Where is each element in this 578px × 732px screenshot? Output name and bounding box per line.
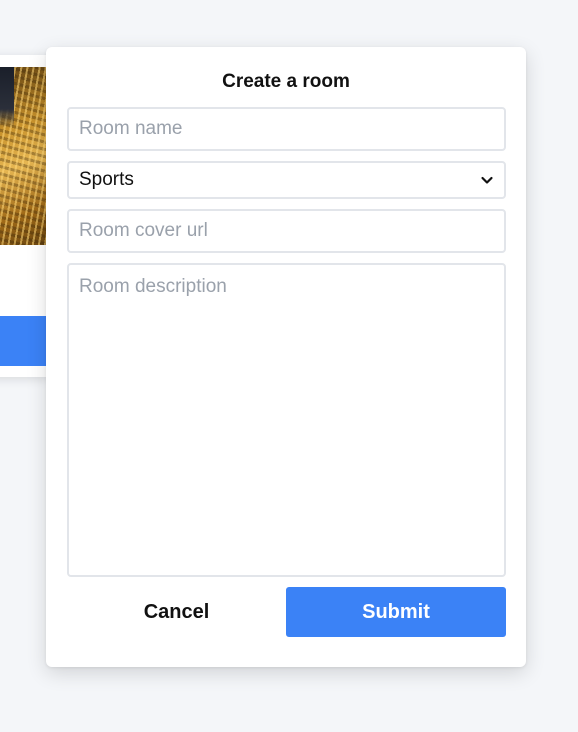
submit-button[interactable]: Submit <box>286 587 506 637</box>
room-name-input[interactable] <box>67 107 506 151</box>
background-card-button[interactable] <box>0 316 50 366</box>
cancel-button[interactable]: Cancel <box>67 587 286 637</box>
page: Create a room Sports Cancel Submit <box>0 0 578 732</box>
room-category-select[interactable]: Sports <box>67 161 506 199</box>
modal-title: Create a room <box>222 71 350 92</box>
create-room-modal: Create a room Sports Cancel Submit <box>46 47 526 667</box>
room-cover-image <box>0 67 46 245</box>
background-room-card <box>0 55 50 377</box>
room-category-selected-value: Sports <box>79 169 134 190</box>
room-cover-url-input[interactable] <box>67 209 506 253</box>
chevron-down-icon <box>480 173 494 187</box>
room-description-textarea[interactable] <box>67 263 506 577</box>
